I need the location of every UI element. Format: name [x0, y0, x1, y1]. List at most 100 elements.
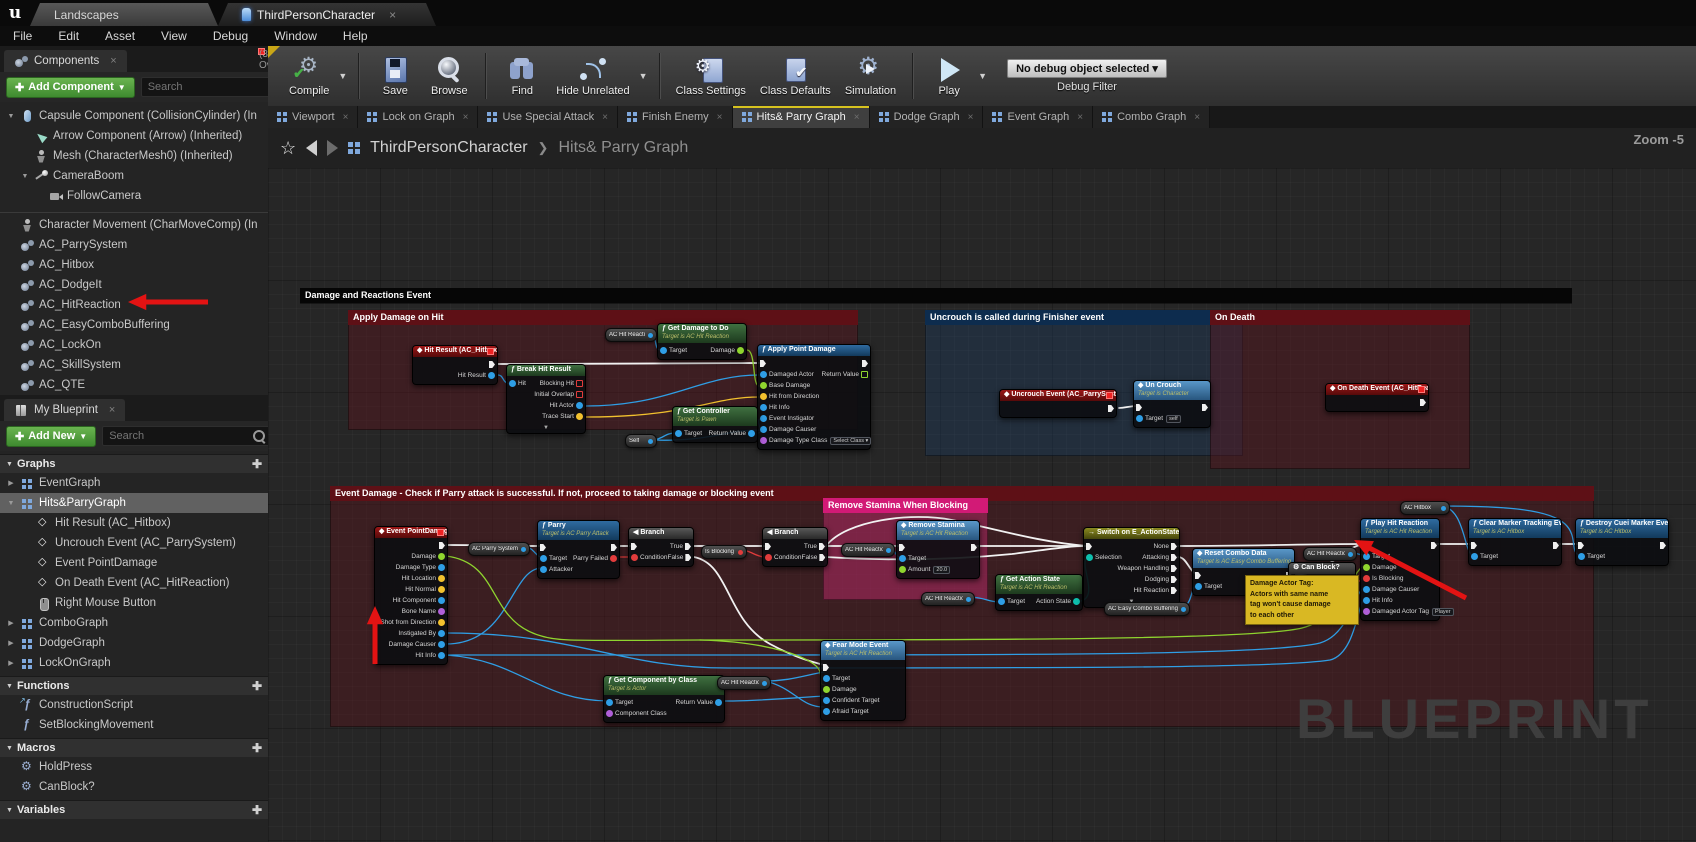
node-clear-marker-tracking-event[interactable]: ƒ Clear Marker Tracking EventTarget is A… — [1468, 518, 1562, 566]
exec-pin[interactable] — [1171, 543, 1177, 550]
component-item-ac-lockon[interactable]: AC_LockOn — [0, 335, 268, 355]
exec-pin[interactable] — [971, 544, 977, 551]
my-blueprint-search-input[interactable] — [107, 429, 254, 443]
damage-pin[interactable] — [823, 686, 830, 693]
close-icon[interactable]: × — [1077, 112, 1083, 123]
add-icon[interactable]: ✚ — [252, 741, 262, 755]
hit-component-pin[interactable] — [438, 597, 445, 604]
variable-pill-self[interactable]: Self — [625, 434, 657, 448]
component-item-cameraboom[interactable]: ▼ CameraBoom — [0, 166, 268, 186]
output-pin[interactable] — [648, 332, 653, 338]
favorite-star-icon[interactable]: ☆ — [280, 138, 296, 159]
graph-tab-finish-enemy[interactable]: Finish Enemy × — [618, 106, 733, 128]
exec-pin[interactable] — [439, 542, 445, 549]
component-item-capsule-component-collisioncylinder-in[interactable]: ▼ Capsule Component (CollisionCylinder) (… — [0, 106, 268, 126]
component-item-ac-parrysystem[interactable]: AC_ParrySystem — [0, 235, 268, 255]
return-value-pin[interactable] — [748, 430, 755, 437]
target-pin[interactable] — [1471, 553, 1478, 560]
output-pin[interactable] — [966, 596, 971, 602]
return-value-pin[interactable] — [861, 371, 868, 378]
exec-pin[interactable] — [819, 543, 825, 550]
node-get-action-state[interactable]: ƒ Get Action State Target is AC Hit React… — [995, 574, 1083, 611]
hit-location-pin[interactable] — [438, 575, 445, 582]
node-branch-2[interactable]: ◀ Branch True Condition False — [762, 527, 828, 567]
node-break-hit-result[interactable]: ƒ Break Hit Result Hit Blocking Hit Initial… — [506, 364, 586, 434]
exec-pin[interactable] — [489, 361, 495, 368]
exec-pin[interactable] — [760, 360, 766, 367]
component-item-character-movement-charmovecomp-in[interactable]: Character Movement (CharMoveComp) (In — [0, 215, 268, 235]
close-icon[interactable]: × — [389, 8, 396, 22]
component-item-mesh-charactermesh0-inherited[interactable]: Mesh (CharacterMesh0) (Inherited) — [0, 146, 268, 166]
my-blueprint-item-right-mouse-button[interactable]: Right Mouse Button — [0, 593, 268, 613]
exec-pin[interactable] — [685, 554, 692, 561]
damage-type-class-pin[interactable] — [760, 437, 767, 444]
my-blueprint-item-constructionscript[interactable]: ConstructionScript — [0, 695, 268, 715]
my-blueprint-item-on-death-event-ac-hitreaction[interactable]: On Death Event (AC_HitReaction) — [0, 573, 268, 593]
exec-pin[interactable] — [611, 544, 617, 551]
components-tab[interactable]: Components × — [4, 50, 127, 72]
exec-pin[interactable] — [1171, 587, 1177, 594]
target-pin[interactable] — [1578, 553, 1585, 560]
my-blueprint-item-uncrouch-event-ac-parrysystem[interactable]: Uncrouch Event (AC_ParrySystem) — [0, 533, 268, 553]
expand-caret-icon[interactable]: ▼ — [507, 425, 585, 433]
expander-icon[interactable]: ▼ — [20, 173, 30, 180]
exec-pin[interactable] — [1171, 576, 1177, 583]
hide-unrelated-button[interactable]: Hide Unrelated — [556, 55, 630, 97]
section-functions[interactable]: ▼Functions(31 Overridable)✚ — [0, 48, 268, 695]
variable-pill-ac-easy-combo-buffering[interactable]: AC Easy Combo Buffering — [1104, 602, 1190, 616]
damage-pin[interactable] — [438, 553, 445, 560]
variable-pill-ac-parry-system[interactable]: AC Parry System — [468, 542, 530, 556]
graph-tab-use-special-attack[interactable]: Use Special Attack × — [478, 106, 619, 128]
blocking-hit-pin[interactable] — [576, 380, 583, 387]
variable-pill-ac-hit-reaction[interactable]: AC Hit Reaction — [1303, 547, 1357, 561]
hit-info-pin[interactable] — [760, 404, 767, 411]
trace-start-pin[interactable] — [576, 413, 583, 420]
menu-asset[interactable]: Asset — [92, 29, 148, 43]
damage-pin[interactable] — [737, 347, 744, 354]
graph-tab-event-graph[interactable]: Event Graph × — [983, 106, 1094, 128]
hit-result-pin[interactable] — [488, 372, 495, 379]
variable-pill-ac-hit-reaction[interactable]: AC Hit Reaction — [717, 676, 771, 690]
menu-debug[interactable]: Debug — [200, 29, 261, 43]
node-apply-point-damage[interactable]: ƒ Apply Point Damage Damaged Actor Return … — [757, 344, 872, 450]
exec-pin[interactable] — [1171, 554, 1177, 561]
output-pin[interactable] — [1348, 551, 1353, 557]
close-icon[interactable]: × — [968, 112, 974, 123]
component-item-ac-easycombobuffering[interactable]: AC_EasyComboBuffering — [0, 315, 268, 335]
target-pin[interactable] — [823, 675, 830, 682]
damaged-actor-tag-pin[interactable] — [1363, 608, 1370, 615]
target-pin[interactable] — [998, 598, 1005, 605]
node-play-hit-reaction[interactable]: ƒ Play Hit Reaction Target is AC Hit Reac… — [1360, 518, 1454, 621]
simulation-button[interactable]: Simulation — [845, 52, 896, 97]
node-remove-stamina[interactable]: ◆ Remove Stamina Target is AC Hit Reactio… — [896, 520, 980, 579]
my-blueprint-tab[interactable]: My Blueprint × — [4, 399, 126, 421]
forward-button[interactable] — [327, 140, 339, 156]
component-item-ac-hitreaction[interactable]: AC_HitReaction — [0, 295, 268, 315]
confident-target-pin[interactable] — [823, 697, 830, 704]
node-hit-result[interactable]: ◆ Hit Result (AC_Hitbox) Hit Result — [412, 345, 498, 385]
exec-pin[interactable] — [899, 544, 905, 551]
graph-tab-hits-parry-graph[interactable]: Hits& Parry Graph × — [732, 106, 870, 128]
doc-tab-thirdpersoncharacter[interactable]: ThirdPersonCharacter × — [218, 3, 436, 26]
add-new-button[interactable]: ✚ Add New ▼ — [6, 425, 97, 447]
node-event-point-damage[interactable]: ◆ Event PointDamage Damage Damage Type Hit … — [374, 526, 448, 665]
expander-icon[interactable]: ▼ — [6, 500, 16, 507]
breadcrumb-current[interactable]: Hits& Parry Graph — [558, 139, 688, 157]
exec-pin[interactable] — [1578, 542, 1584, 549]
action-state-pin[interactable] — [1073, 598, 1080, 605]
damaged-actor-pin[interactable] — [760, 371, 767, 378]
target-pin[interactable] — [540, 555, 547, 562]
expander-icon[interactable]: ▶ — [6, 619, 16, 627]
variable-pill-is-blocking[interactable]: Is Blocking — [701, 545, 747, 559]
output-pin[interactable] — [1441, 505, 1446, 511]
exec-pin[interactable] — [1431, 542, 1437, 549]
exec-pin[interactable] — [1171, 565, 1177, 572]
initial-overlap-pin[interactable] — [576, 391, 583, 398]
menu-file[interactable]: File — [0, 29, 45, 43]
section-macros[interactable]: ▼ Macros ✚ — [0, 738, 268, 757]
add-icon[interactable]: ✚ — [252, 803, 262, 817]
my-blueprint-item-lockongraph[interactable]: ▶ LockOnGraph — [0, 653, 268, 673]
node-fear-mode-event[interactable]: ◆ Fear Mode Event Target is AC Hit Reacti… — [820, 640, 906, 721]
event-instigator-pin[interactable] — [760, 415, 767, 422]
graph-tab-combo-graph[interactable]: Combo Graph × — [1093, 106, 1211, 128]
